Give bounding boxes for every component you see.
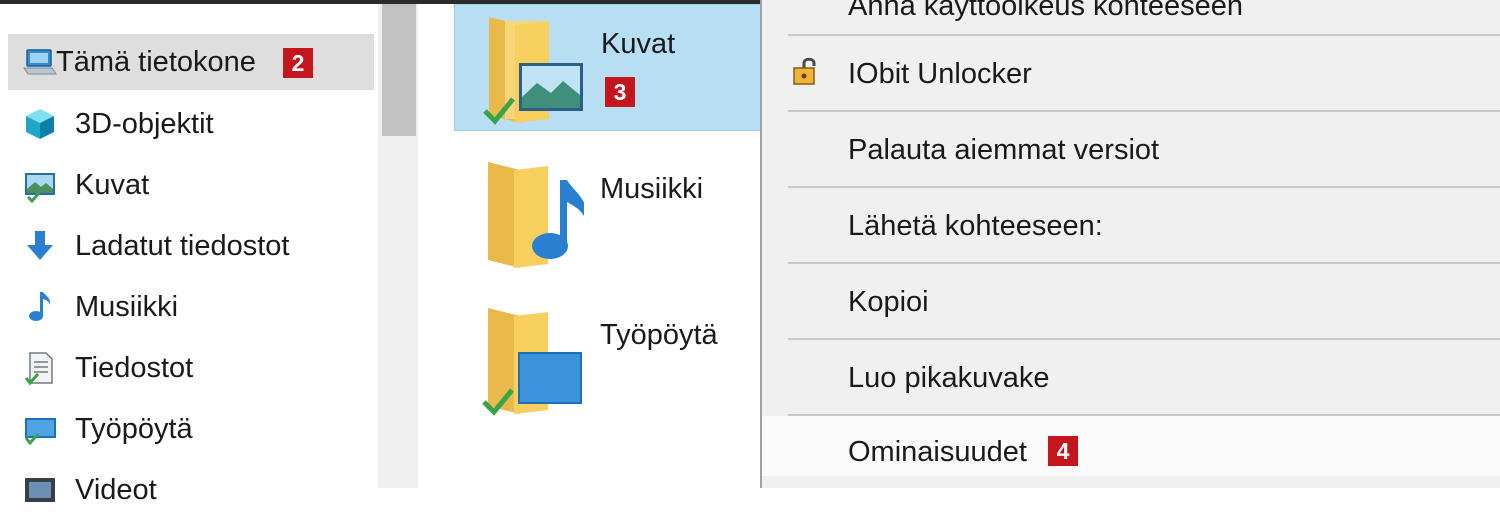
- nav-item-this-pc[interactable]: Tämä tietokone 2: [8, 34, 374, 90]
- nav-item-pictures[interactable]: Kuvat: [8, 157, 374, 213]
- menu-item-label: Luo pikakuvake: [848, 362, 1050, 394]
- menu-item-restore-versions[interactable]: Palauta aiemmat versiot: [762, 112, 1500, 188]
- computer-icon: [22, 44, 58, 80]
- desktop-icon: [22, 411, 58, 447]
- nav-label: Tämä tietokone: [56, 46, 256, 78]
- navigation-pane: Tämä tietokone 2 3D-objektit Kuvat Ladat…: [0, 4, 378, 506]
- folder-tile-pictures[interactable]: Kuvat 3: [454, 4, 784, 131]
- menu-item-properties[interactable]: Ominaisuudet 4: [762, 416, 1500, 476]
- nav-label: Videot: [75, 474, 157, 506]
- menu-item-label: Lähetä kohteeseen:: [848, 210, 1103, 242]
- context-menu: Anna käyttöoikeus kohteeseen IObit Unloc…: [760, 0, 1500, 488]
- tile-label: Musiikki: [600, 173, 704, 205]
- music-note-icon: [22, 289, 58, 325]
- menu-item-send-to[interactable]: Lähetä kohteeseen:: [762, 188, 1500, 264]
- nav-item-downloads[interactable]: Ladatut tiedostot: [8, 218, 374, 274]
- pictures-icon: [22, 167, 58, 204]
- nav-item-desktop[interactable]: Työpöytä: [8, 401, 374, 457]
- menu-item-iobit-unlocker[interactable]: IObit Unlocker: [762, 36, 1500, 112]
- documents-icon: [22, 350, 58, 386]
- step-badge: 3: [605, 77, 635, 107]
- folder-tile-desktop[interactable]: Työpöytä: [454, 296, 784, 423]
- nav-label: Musiikki: [75, 291, 179, 323]
- tile-label: Työpöytä: [600, 319, 718, 351]
- menu-item-label: Palauta aiemmat versiot: [848, 134, 1160, 166]
- tile-label: Kuvat: [601, 28, 676, 60]
- menu-item-create-shortcut[interactable]: Luo pikakuvake: [762, 340, 1500, 416]
- step-badge: 2: [283, 48, 313, 78]
- pictures-folder-icon: [475, 11, 585, 129]
- desktop-folder-icon: [474, 302, 584, 420]
- music-folder-icon: [474, 156, 587, 274]
- menu-item-label: Ominaisuudet: [848, 436, 1027, 468]
- nav-scrollbar-thumb[interactable]: [382, 4, 416, 136]
- step-badge: 4: [1048, 436, 1078, 466]
- folder-tile-music[interactable]: Musiikki: [454, 150, 784, 277]
- nav-label: Ladatut tiedostot: [75, 230, 290, 262]
- content-pane: Kuvat 3 Musiikki Työpöytä: [418, 4, 784, 488]
- menu-item-label: IObit Unlocker: [848, 58, 1032, 90]
- menu-item-label: Kopioi: [848, 286, 929, 318]
- download-arrow-icon: [22, 228, 58, 264]
- nav-item-3d-objects[interactable]: 3D-objektit: [8, 96, 374, 152]
- cube-3d-icon: [22, 106, 58, 142]
- nav-label: Kuvat: [75, 169, 150, 201]
- menu-item-label: Anna käyttöoikeus kohteeseen: [848, 0, 1243, 22]
- menu-item-copy[interactable]: Kopioi: [762, 264, 1500, 340]
- nav-label: 3D-objektit: [75, 108, 214, 140]
- nav-label: Tiedostot: [75, 352, 194, 384]
- nav-item-videos[interactable]: Videot: [8, 462, 374, 518]
- nav-item-music[interactable]: Musiikki: [8, 279, 374, 335]
- video-icon: [22, 472, 58, 508]
- padlock-icon: [790, 54, 822, 88]
- nav-item-documents[interactable]: Tiedostot: [8, 340, 374, 396]
- nav-label: Työpöytä: [75, 413, 193, 445]
